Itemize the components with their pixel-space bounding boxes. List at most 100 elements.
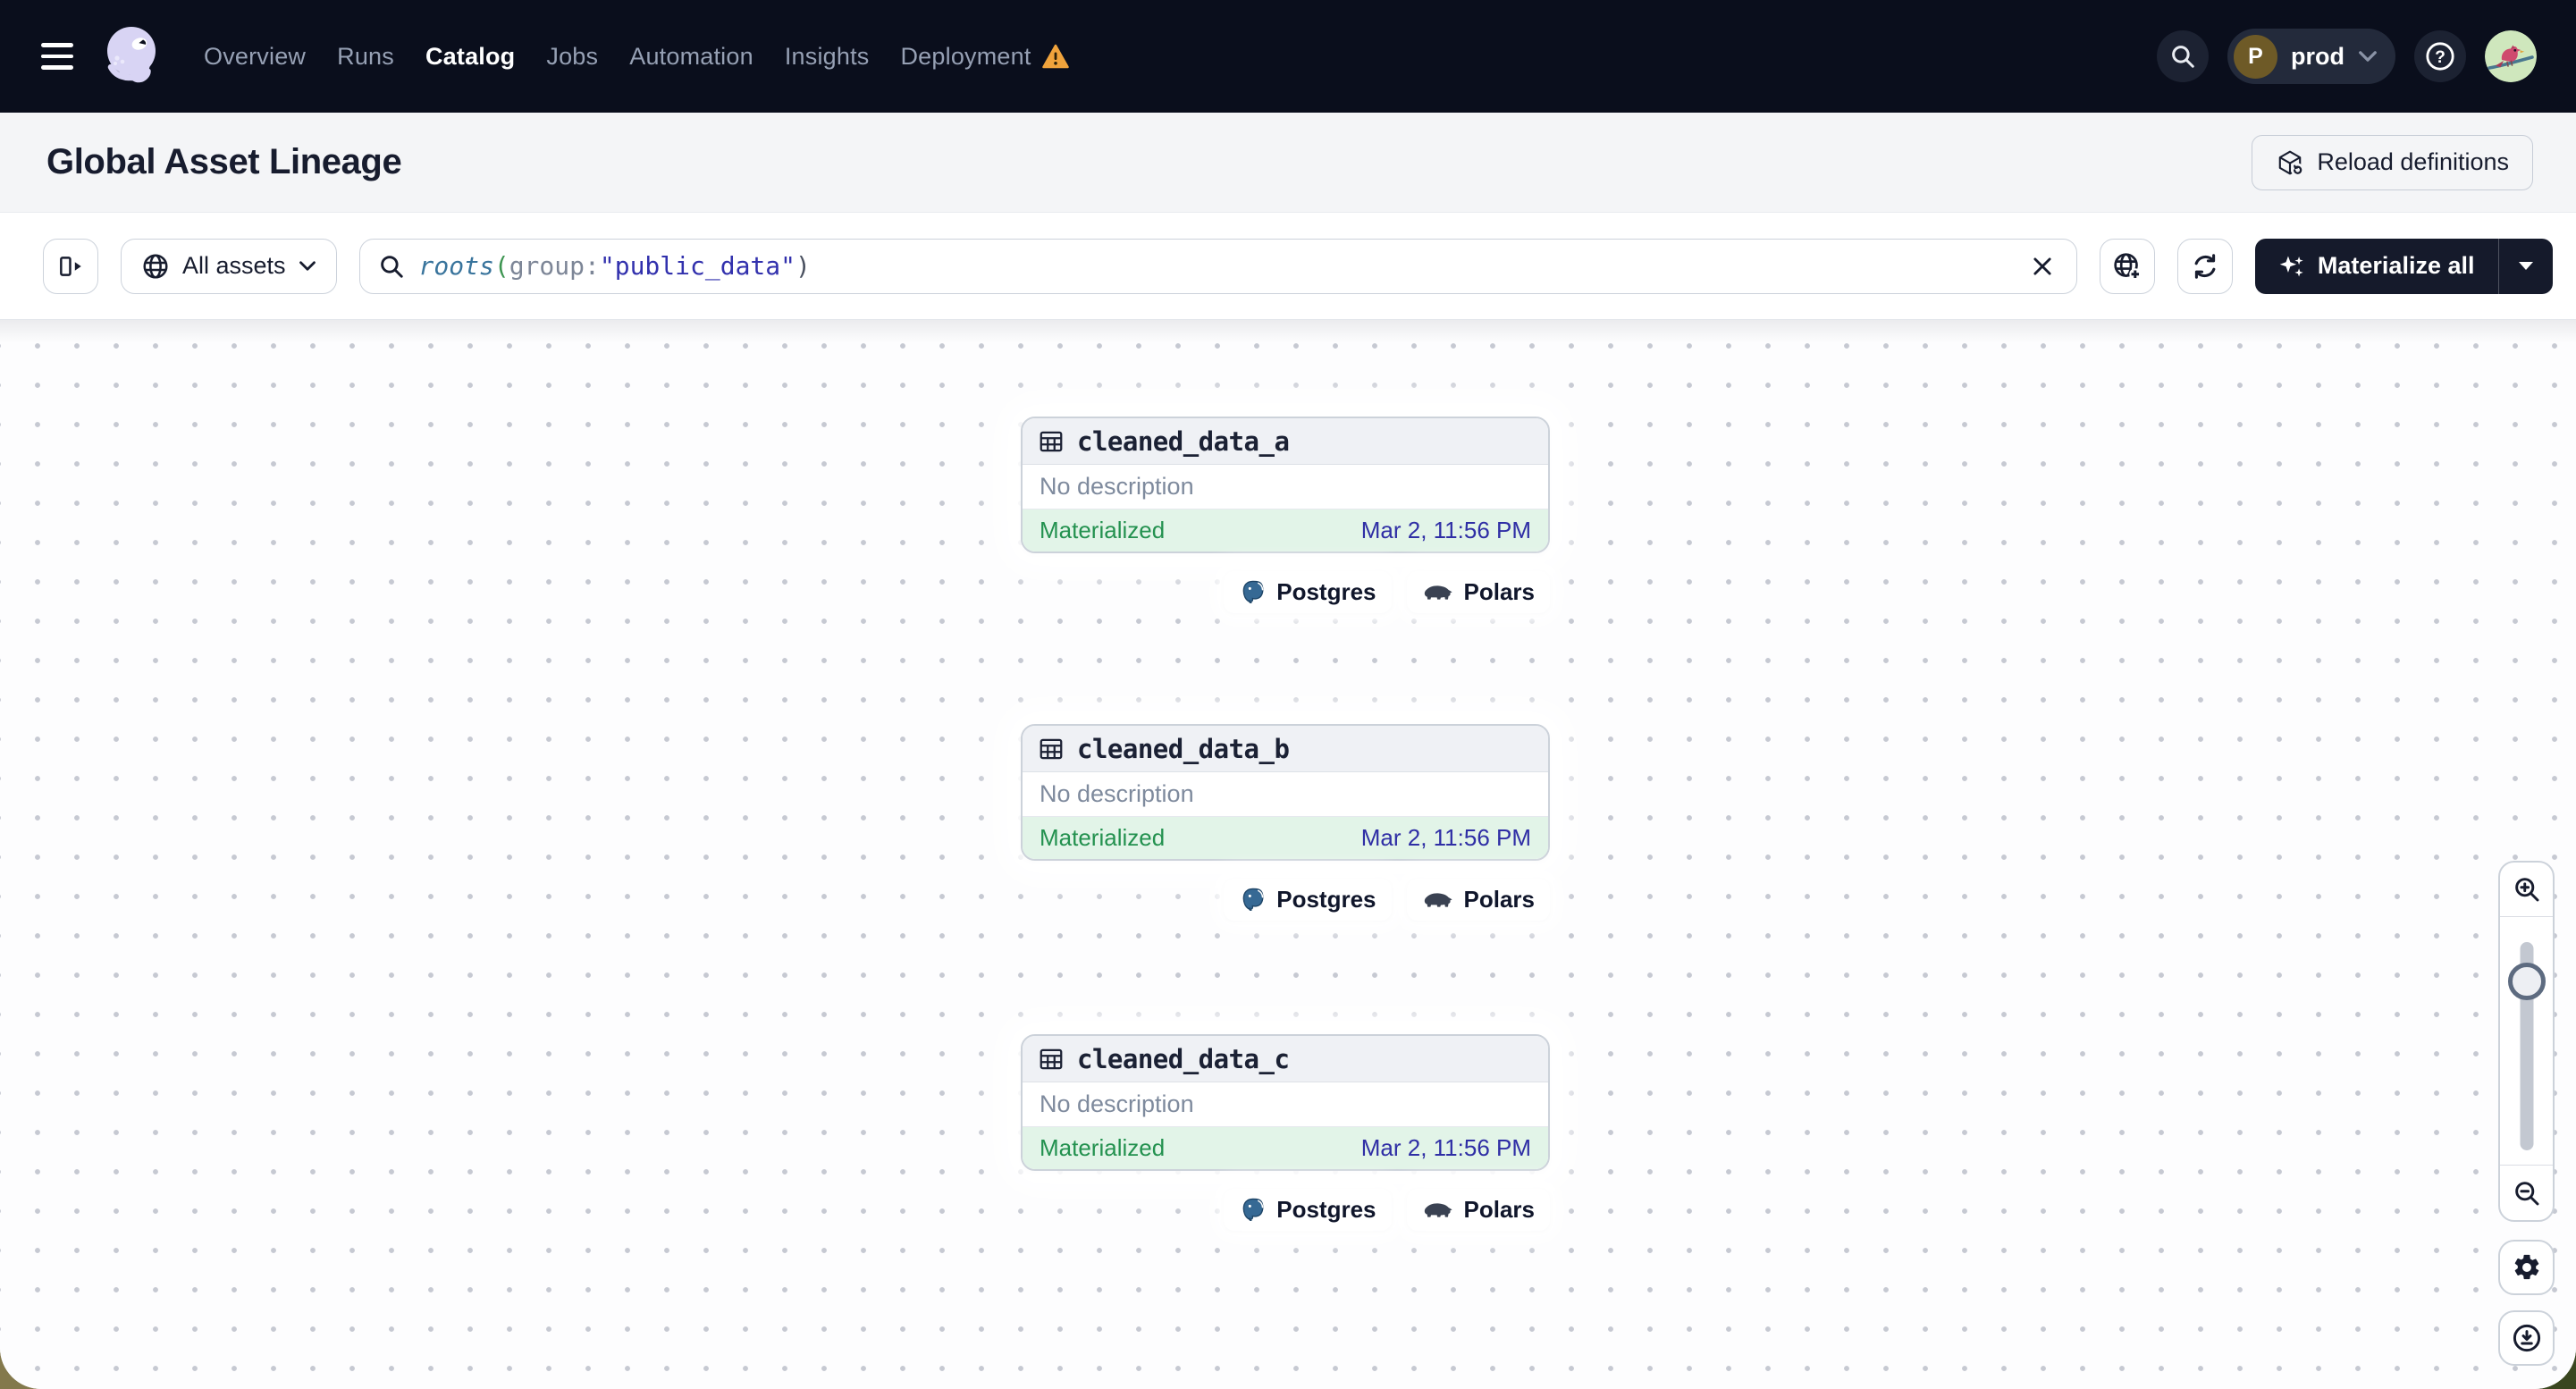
asset-node-group: cleaned_data_c No description Materializ… — [1021, 1034, 1550, 1231]
asset-node-cleaned-data-b[interactable]: cleaned_data_b No description Materializ… — [1021, 724, 1550, 861]
navbar-right: P prod ? — [2157, 29, 2537, 84]
query-token-function: roots — [418, 251, 494, 281]
help-button[interactable]: ? — [2414, 30, 2466, 82]
zoom-out-button[interactable] — [2500, 1165, 2553, 1220]
zoom-control-panel — [2498, 861, 2555, 1222]
clear-x-icon — [2033, 257, 2051, 275]
asset-tag-row: Postgres Polars — [1021, 879, 1550, 921]
asset-selection-query: roots(group: "public_data") — [419, 251, 811, 281]
tag-polars[interactable]: Polars — [1406, 571, 1550, 613]
help-icon: ? — [2426, 42, 2454, 71]
open-side-panel-button[interactable] — [43, 238, 98, 294]
asset-description: No description — [1023, 465, 1548, 509]
nav-link-deployment[interactable]: Deployment — [900, 43, 1069, 71]
reload-code-location-icon — [2279, 150, 2304, 176]
chevron-down-icon — [299, 261, 316, 271]
hamburger-menu-icon[interactable] — [41, 43, 73, 70]
postgres-icon — [1242, 888, 1264, 911]
clear-query-button[interactable] — [2019, 243, 2066, 290]
nav-link-insights[interactable]: Insights — [785, 43, 870, 71]
download-graph-button[interactable] — [2498, 1310, 2555, 1366]
tag-postgres[interactable]: Postgres — [1224, 571, 1392, 613]
table-icon — [1040, 431, 1063, 451]
lineage-graph-canvas[interactable]: cleaned_data_a No description Materializ… — [0, 320, 2576, 1389]
tag-postgres[interactable]: Postgres — [1224, 879, 1392, 921]
materialize-all-label: Materialize all — [2317, 252, 2475, 279]
polars-icon — [1424, 585, 1452, 600]
status-badge: Materialized — [1040, 517, 1166, 543]
globe-icon — [143, 253, 168, 279]
global-search-button[interactable] — [2157, 30, 2209, 82]
tag-label: Postgres — [1276, 578, 1376, 605]
dagster-logo[interactable] — [100, 21, 170, 91]
deployment-name: prod — [2291, 42, 2344, 70]
user-avatar[interactable] — [2485, 30, 2537, 82]
materialize-options-button[interactable] — [2499, 239, 2553, 294]
tag-polars[interactable]: Polars — [1406, 879, 1550, 921]
postgres-icon — [1242, 1198, 1264, 1221]
refresh-button[interactable] — [2176, 238, 2233, 294]
asset-tag-row: Postgres Polars — [1021, 1189, 1550, 1231]
nav-link-catalog[interactable]: Catalog — [425, 43, 515, 71]
page-header: Global Asset Lineage Reload definitions — [0, 113, 2576, 213]
graph-query-toggle-button[interactable] — [2099, 238, 2155, 294]
asset-status-row: Materialized Mar 2, 11:56 PM — [1023, 1127, 1548, 1169]
query-token-string: "public_data" — [599, 251, 796, 281]
tag-label: Polars — [1463, 886, 1536, 913]
materialization-timestamp[interactable]: Mar 2, 11:56 PM — [1361, 824, 1531, 852]
nav-link-jobs[interactable]: Jobs — [546, 43, 598, 71]
asset-node-cleaned-data-c[interactable]: cleaned_data_c No description Materializ… — [1021, 1034, 1550, 1171]
tag-label: Postgres — [1276, 1196, 1376, 1223]
search-icon — [2172, 46, 2194, 68]
asset-filter-label: All assets — [182, 252, 286, 279]
asset-tag-row: Postgres Polars — [1021, 571, 1550, 613]
tag-label: Postgres — [1276, 886, 1376, 913]
asset-node-header: cleaned_data_c — [1023, 1036, 1548, 1082]
page-title: Global Asset Lineage — [46, 142, 402, 181]
graph-settings-button[interactable] — [2498, 1240, 2555, 1295]
top-navbar: Overview Runs Catalog Jobs Automation In… — [0, 0, 2576, 113]
nav-link-runs[interactable]: Runs — [337, 43, 394, 71]
query-token-colon: : — [585, 251, 600, 281]
reload-definitions-button[interactable]: Reload definitions — [2252, 134, 2533, 190]
asset-description: No description — [1023, 1082, 1548, 1127]
materialization-timestamp[interactable]: Mar 2, 11:56 PM — [1361, 1134, 1531, 1162]
asset-selection-input[interactable]: roots(group: "public_data") — [358, 238, 2077, 294]
caret-down-icon — [2519, 262, 2533, 270]
cardinal-bird-avatar-image — [2485, 30, 2537, 82]
asset-node-header: cleaned_data_a — [1023, 418, 1548, 465]
gear-icon — [2514, 1254, 2538, 1280]
materialize-all-button[interactable]: Materialize all — [2255, 239, 2498, 294]
asset-node-group: cleaned_data_a No description Materializ… — [1021, 417, 1550, 613]
nav-link-overview[interactable]: Overview — [204, 43, 306, 71]
asset-node-cleaned-data-a[interactable]: cleaned_data_a No description Materializ… — [1021, 417, 1550, 553]
zoom-slider[interactable] — [2500, 917, 2553, 1165]
asset-name: cleaned_data_b — [1077, 733, 1290, 764]
status-badge: Materialized — [1040, 1134, 1166, 1161]
table-icon — [1040, 738, 1063, 759]
svg-text:?: ? — [2435, 48, 2446, 67]
tag-postgres[interactable]: Postgres — [1224, 1189, 1392, 1231]
polars-icon — [1424, 893, 1452, 907]
asset-name: cleaned_data_a — [1077, 425, 1290, 457]
expand-panel-icon — [60, 256, 81, 276]
download-icon — [2513, 1324, 2540, 1352]
asset-name: cleaned_data_c — [1077, 1043, 1290, 1074]
zoom-slider-thumb[interactable] — [2507, 963, 2546, 1000]
refresh-icon — [2194, 253, 2216, 279]
status-badge: Materialized — [1040, 824, 1166, 851]
asset-filter-dropdown[interactable]: All assets — [121, 238, 337, 294]
nav-link-automation[interactable]: Automation — [629, 43, 753, 71]
materialization-timestamp[interactable]: Mar 2, 11:56 PM — [1361, 517, 1531, 544]
search-icon — [380, 255, 403, 278]
tag-polars[interactable]: Polars — [1406, 1189, 1550, 1231]
zoom-in-button[interactable] — [2500, 863, 2553, 917]
deployment-switcher[interactable]: P prod — [2227, 29, 2395, 84]
query-token-paren-open: ( — [493, 251, 509, 281]
table-icon — [1040, 1048, 1063, 1069]
asset-node-header: cleaned_data_b — [1023, 726, 1548, 772]
zoom-out-icon — [2514, 1181, 2538, 1205]
warning-triangle-icon — [1041, 44, 1069, 69]
tag-label: Polars — [1463, 578, 1536, 605]
query-token-attribute: group — [509, 251, 585, 281]
